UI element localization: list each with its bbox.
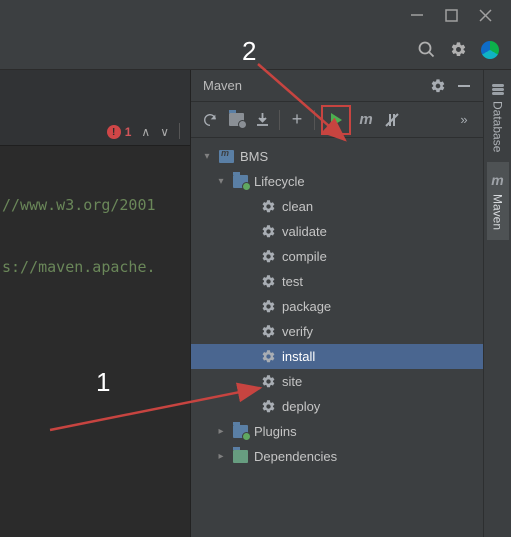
project-label: BMS bbox=[240, 149, 268, 164]
lifecycle-goal-compile[interactable]: compile bbox=[191, 244, 483, 269]
add-project-button[interactable]: + bbox=[284, 107, 310, 133]
maven-panel-title: Maven bbox=[203, 78, 425, 93]
dependencies-label: Dependencies bbox=[254, 449, 337, 464]
lifecycle-goal-deploy[interactable]: deploy bbox=[191, 394, 483, 419]
tree-dependencies-node[interactable]: Dependencies bbox=[191, 444, 483, 469]
gear-icon bbox=[261, 274, 276, 289]
lifecycle-goal-clean[interactable]: clean bbox=[191, 194, 483, 219]
lifecycle-goal-site[interactable]: site bbox=[191, 369, 483, 394]
error-icon: ! bbox=[107, 125, 121, 139]
separator bbox=[179, 123, 180, 139]
lifecycle-goal-label: deploy bbox=[282, 399, 320, 414]
maven-settings-icon[interactable] bbox=[425, 73, 451, 99]
maven-hide-icon[interactable] bbox=[451, 73, 477, 99]
lifecycle-goal-label: install bbox=[282, 349, 315, 364]
folder-icon bbox=[233, 425, 248, 438]
tree-plugins-node[interactable]: Plugins bbox=[191, 419, 483, 444]
toggle-skip-tests-icon[interactable] bbox=[379, 107, 405, 133]
gear-icon bbox=[261, 224, 276, 239]
separator bbox=[279, 110, 280, 130]
lifecycle-goal-label: validate bbox=[282, 224, 327, 239]
error-count: 1 bbox=[125, 125, 132, 139]
lifecycle-goal-label: package bbox=[282, 299, 331, 314]
refresh-icon[interactable] bbox=[197, 107, 223, 133]
gear-icon bbox=[261, 324, 276, 339]
code-editor[interactable]: //www.w3.org/2001 s://maven.apache. bbox=[0, 146, 190, 330]
execute-goal-icon[interactable]: m bbox=[353, 107, 379, 133]
tree-project-node[interactable]: BMS bbox=[191, 144, 483, 169]
window-maximize-button[interactable] bbox=[443, 7, 459, 23]
lifecycle-goal-label: verify bbox=[282, 324, 313, 339]
lifecycle-goal-validate[interactable]: validate bbox=[191, 219, 483, 244]
gear-icon bbox=[261, 199, 276, 214]
gear-icon bbox=[261, 249, 276, 264]
gear-icon bbox=[261, 349, 276, 364]
lifecycle-goal-label: compile bbox=[282, 249, 327, 264]
run-maven-button[interactable] bbox=[321, 105, 351, 135]
lifecycle-goal-label: test bbox=[282, 274, 303, 289]
lifecycle-goal-label: clean bbox=[282, 199, 313, 214]
lifecycle-goal-package[interactable]: package bbox=[191, 294, 483, 319]
lifecycle-goal-verify[interactable]: verify bbox=[191, 319, 483, 344]
maven-logo-icon: m bbox=[491, 172, 503, 188]
maven-tree: BMS Lifecycle clean validate compile test pa… bbox=[191, 138, 483, 537]
lifecycle-goal-label: site bbox=[282, 374, 302, 389]
window-close-button[interactable] bbox=[477, 7, 493, 23]
database-tab[interactable]: Database bbox=[487, 74, 509, 162]
generate-sources-icon[interactable] bbox=[223, 107, 249, 133]
database-icon bbox=[492, 84, 504, 95]
separator bbox=[314, 110, 315, 130]
lifecycle-label: Lifecycle bbox=[254, 174, 305, 189]
download-sources-icon[interactable] bbox=[249, 107, 275, 133]
gear-icon bbox=[261, 299, 276, 314]
window-minimize-button[interactable] bbox=[409, 7, 425, 23]
next-error-button[interactable]: ∨ bbox=[160, 125, 169, 139]
play-icon bbox=[331, 113, 342, 127]
search-icon[interactable] bbox=[417, 41, 435, 59]
plugins-label: Plugins bbox=[254, 424, 297, 439]
code-line: s://maven.apache. bbox=[2, 258, 180, 284]
code-line: //www.w3.org/2001 bbox=[2, 196, 180, 222]
dependencies-icon bbox=[233, 450, 248, 463]
prev-error-button[interactable]: ∧ bbox=[141, 125, 150, 139]
profile-badge-icon[interactable] bbox=[481, 41, 499, 59]
error-count-badge[interactable]: ! 1 bbox=[107, 125, 132, 139]
lifecycle-goal-install[interactable]: install bbox=[191, 344, 483, 369]
gear-icon bbox=[261, 399, 276, 414]
gear-icon bbox=[261, 374, 276, 389]
folder-icon bbox=[233, 175, 248, 188]
maven-project-icon bbox=[219, 150, 234, 163]
tree-lifecycle-node[interactable]: Lifecycle bbox=[191, 169, 483, 194]
settings-icon[interactable] bbox=[449, 41, 467, 59]
more-icon[interactable]: » bbox=[451, 107, 477, 133]
lifecycle-goal-test[interactable]: test bbox=[191, 269, 483, 294]
maven-tab[interactable]: m Maven bbox=[487, 162, 509, 240]
